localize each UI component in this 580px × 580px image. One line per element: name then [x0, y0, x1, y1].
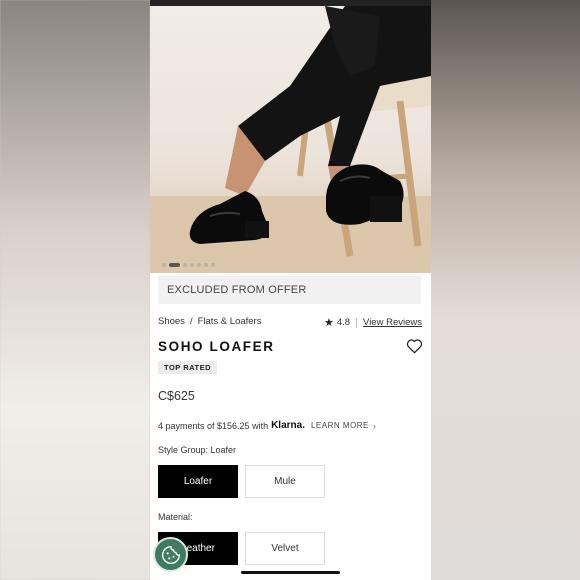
klarna-text: 4 payments of $156.25 with [158, 420, 269, 431]
carousel-dot[interactable] [211, 263, 215, 267]
style-group-label: Style Group: Loafer [158, 445, 237, 455]
product-title: SOHO LOAFER [158, 339, 275, 354]
material-label: Material: [158, 512, 193, 522]
home-indicator [241, 571, 340, 574]
star-icon: ★ [323, 317, 334, 329]
breadcrumb-flats-loafers[interactable]: Flats & Loafers [198, 316, 262, 327]
offer-banner: EXCLUDED FROM OFFER [158, 276, 421, 304]
background-left [0, 0, 150, 580]
product-page: EXCLUDED FROM OFFER Shoes / Flats & Loafer… [150, 0, 431, 580]
product-photo [150, 6, 431, 273]
breadcrumb-separator: / [189, 316, 193, 327]
carousel-dot-active[interactable] [169, 263, 180, 267]
klarna-installments: 4 payments of $156.25 with Klarna. LEARN… [158, 420, 376, 431]
top-rated-badge: TOP RATED [158, 361, 218, 374]
breadcrumb-shoes[interactable]: Shoes [158, 316, 185, 327]
material-option-velvet[interactable]: Velvet [245, 532, 325, 565]
product-price: C$625 [158, 389, 195, 403]
heart-icon[interactable] [406, 338, 423, 354]
view-reviews-link[interactable]: View Reviews [363, 317, 422, 328]
carousel-dot[interactable] [183, 263, 187, 267]
cookie-button[interactable] [153, 537, 188, 572]
cookie-icon [161, 545, 180, 564]
learn-more-link[interactable]: LEARN MORE [311, 421, 369, 430]
style-option-loafer[interactable]: Loafer [158, 465, 238, 498]
carousel-dot[interactable] [197, 263, 201, 267]
carousel-dot[interactable] [204, 263, 208, 267]
chevron-right-icon: › [372, 420, 376, 431]
carousel-dot[interactable] [190, 263, 194, 267]
rating: ★ 4.8 View Reviews [324, 316, 422, 329]
background-right [431, 0, 580, 580]
carousel-indicators[interactable] [162, 263, 215, 267]
klarna-logo: Klarna. [271, 420, 305, 431]
rating-value: 4.8 [336, 317, 351, 328]
product-image[interactable] [150, 6, 431, 273]
style-option-mule[interactable]: Mule [245, 465, 325, 498]
divider [356, 317, 358, 328]
carousel-dot[interactable] [162, 263, 166, 267]
breadcrumb: Shoes / Flats & Loafers [158, 316, 261, 327]
